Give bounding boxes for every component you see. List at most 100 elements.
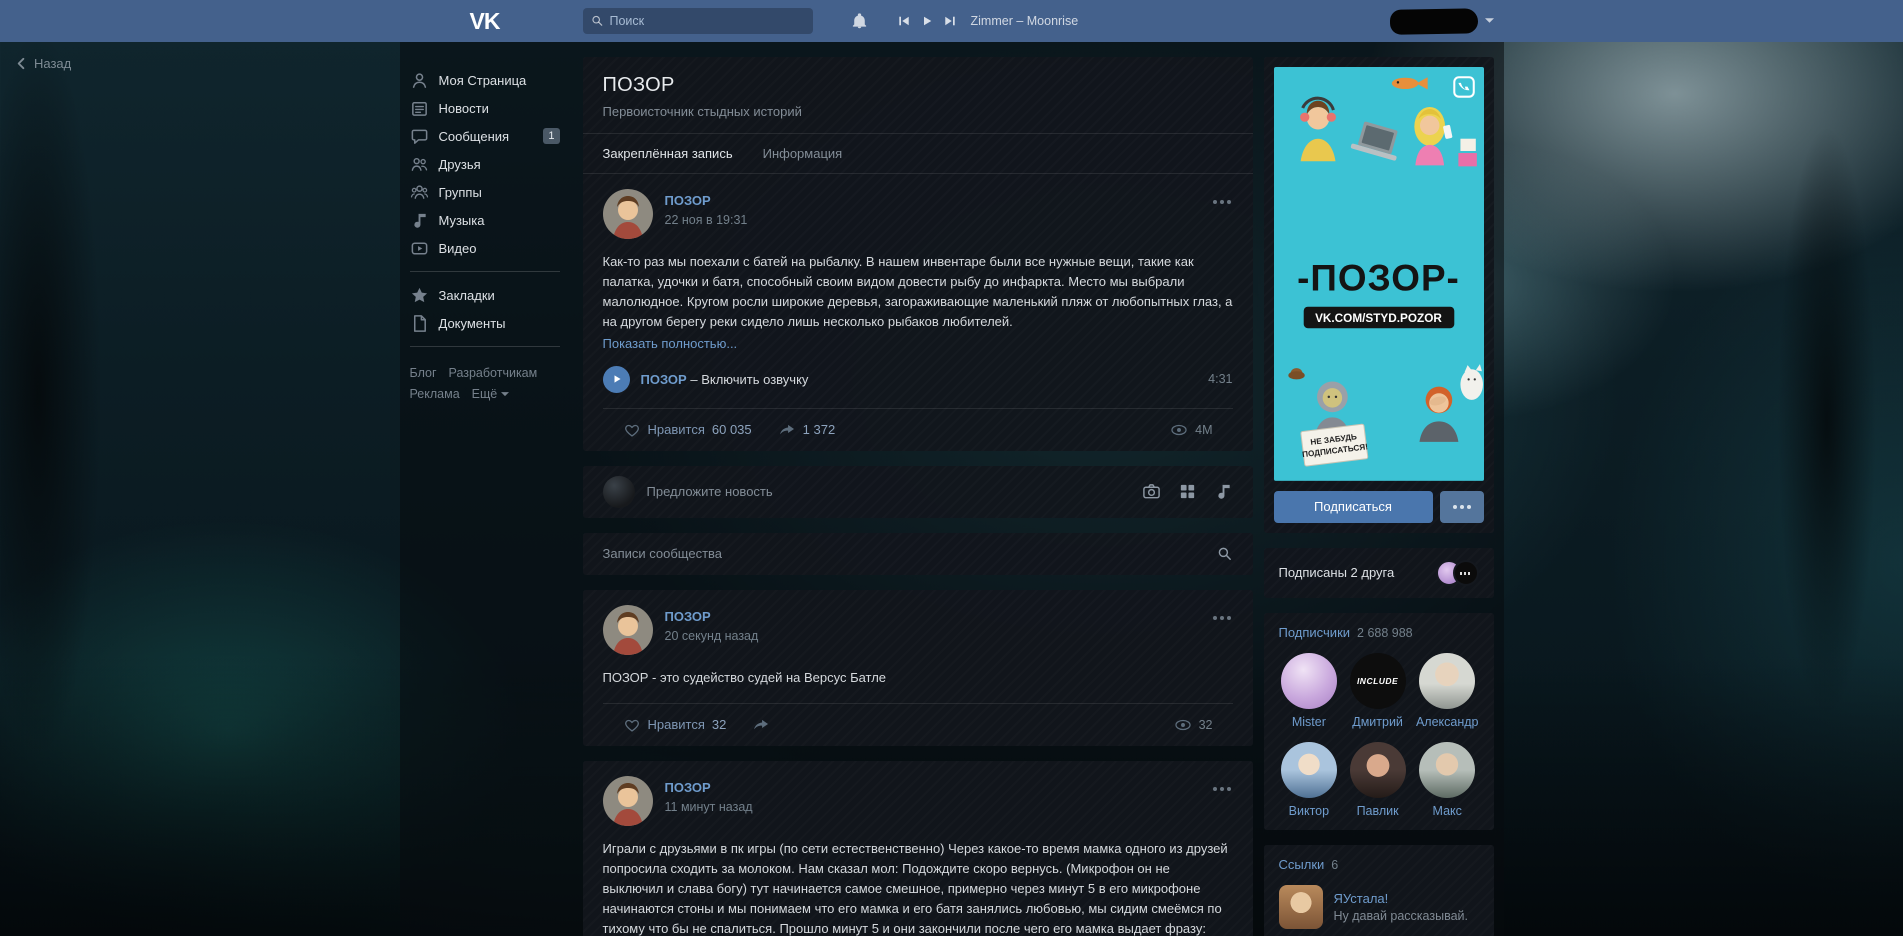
eye-icon	[1174, 716, 1192, 734]
sidebar-item-friends[interactable]: Друзья	[410, 150, 560, 178]
subscriber[interactable]: INCLUDE Дмитрий	[1347, 653, 1408, 729]
link-item[interactable]: ЯУстала! Ну давай рассказывай.	[1279, 885, 1479, 929]
community-avatar[interactable]	[603, 776, 653, 826]
audio-play-button[interactable]	[603, 366, 630, 393]
wall-post: ПОЗОР 11 минут назад Играли с друзьями в…	[583, 761, 1253, 936]
news-icon	[410, 99, 429, 118]
player-prev-button[interactable]	[898, 15, 910, 27]
vk-logo[interactable]: VK	[470, 8, 500, 35]
chevron-left-icon	[14, 56, 29, 71]
pinned-post: ПОЗОР 22 ноя в 19:31 Как-то раз мы поеха…	[583, 174, 1253, 451]
sidebar-item-video[interactable]: Видео	[410, 234, 560, 262]
post-menu-button[interactable]	[1209, 783, 1235, 795]
sidebar-item-label: Моя Страница	[439, 73, 527, 88]
friends-subscribed-label[interactable]: Подписаны 2 друга	[1279, 565, 1395, 580]
post-text: Как-то раз мы поехали с батей на рыбалку…	[603, 252, 1233, 333]
community-status: Первоисточник стыдных историй	[603, 104, 1233, 119]
community-avatar[interactable]	[603, 605, 653, 655]
link-subtitle: Ну давай рассказывай.	[1334, 909, 1469, 923]
sidebar-item-news[interactable]: Новости	[410, 94, 560, 122]
sidebar-item-my-page[interactable]: Моя Страница	[410, 66, 560, 94]
post-author-link[interactable]: ПОЗОР	[665, 780, 711, 795]
subscriber-name: Павлик	[1357, 804, 1399, 818]
post-author-link[interactable]: ПОЗОР	[665, 193, 711, 208]
subscriber[interactable]: Виктор	[1279, 742, 1340, 818]
sidebar-item-messages[interactable]: Сообщения 1	[410, 122, 560, 150]
subscriber[interactable]: Павлик	[1347, 742, 1408, 818]
community-header-panel: ПОЗОР Первоисточник стыдных историй Закр…	[583, 57, 1253, 451]
heart-icon	[623, 716, 641, 734]
music-note-icon[interactable]	[1214, 482, 1233, 501]
divider	[410, 346, 560, 347]
messages-icon	[410, 127, 429, 146]
play-icon	[612, 374, 622, 384]
subscriber-avatar: INCLUDE	[1350, 653, 1406, 709]
post-date[interactable]: 20 секунд назад	[665, 629, 759, 643]
sidebar-item-label: Видео	[439, 241, 477, 256]
community-cover-image[interactable]: -ПОЗОР- VK.COM/STYD.POZOR НЕ ЗАБУДЬ ПОДП…	[1274, 67, 1484, 481]
wall-search-field[interactable]: Записи сообщества	[603, 546, 1217, 561]
subscriber[interactable]: Александр	[1416, 653, 1479, 729]
like-label: Нравится	[648, 717, 705, 732]
post-text: ПОЗОР - это судейство судей на Версус Ба…	[603, 668, 1233, 688]
share-icon	[752, 716, 770, 734]
footer-link-more[interactable]: Ещё	[472, 384, 510, 405]
profile-icon	[410, 71, 429, 90]
user-menu[interactable]	[1390, 9, 1494, 34]
sidebar-item-documents[interactable]: Документы	[410, 309, 560, 337]
footer-link-blog[interactable]: Блог	[410, 363, 437, 384]
community-avatar[interactable]	[603, 189, 653, 239]
tab-information[interactable]: Информация	[763, 146, 843, 161]
like-button[interactable]: Нравится 32	[623, 716, 727, 734]
footer-link-ads[interactable]: Реклама	[410, 384, 460, 405]
sidebar-item-bookmarks[interactable]: Закладки	[410, 281, 560, 309]
community-more-button[interactable]	[1440, 491, 1484, 523]
wall-search-panel: Записи сообщества	[583, 533, 1253, 575]
post-text: Играли с друзьями в пк игры (по сети ест…	[603, 839, 1233, 936]
search-icon[interactable]	[1217, 546, 1233, 562]
audio-artist-link[interactable]: ПОЗОР	[641, 372, 687, 387]
attachments-grid-icon[interactable]	[1178, 482, 1197, 501]
notifications-button[interactable]	[851, 13, 868, 30]
friends-subscribed-panel: Подписаны 2 друга	[1264, 548, 1494, 598]
friend-avatar[interactable]	[1453, 560, 1479, 586]
post-author-link[interactable]: ПОЗОР	[665, 609, 711, 624]
show-more-link[interactable]: Показать полностью...	[603, 336, 738, 351]
subscriber[interactable]: Mister	[1279, 653, 1340, 729]
share-button[interactable]	[752, 716, 770, 734]
audio-attachment[interactable]: ПОЗОР – Включить озвучку 4:31	[603, 366, 1233, 393]
subscriber[interactable]: Макс	[1416, 742, 1479, 818]
tab-pinned-post[interactable]: Закреплённая запись	[603, 146, 733, 161]
subscribers-title-link[interactable]: Подписчики	[1279, 625, 1351, 640]
search-input[interactable]	[583, 8, 813, 34]
post-panel: ПОЗОР 11 минут назад Играли с друзьями в…	[583, 761, 1253, 936]
sidebar-item-label: Музыка	[439, 213, 485, 228]
chevron-down-icon	[501, 392, 509, 397]
subscribe-button[interactable]: Подписаться	[1274, 491, 1433, 523]
post-menu-button[interactable]	[1209, 196, 1235, 208]
like-button[interactable]: Нравится 60 035	[623, 421, 752, 439]
bookmarks-icon	[410, 286, 429, 305]
sidebar-item-groups[interactable]: Группы	[410, 178, 560, 206]
post-menu-button[interactable]	[1209, 612, 1235, 624]
feed-column: ПОЗОР Первоисточник стыдных историй Закр…	[583, 57, 1253, 936]
links-title-link[interactable]: Ссылки	[1279, 857, 1325, 872]
right-column: -ПОЗОР- VK.COM/STYD.POZOR НЕ ЗАБУДЬ ПОДП…	[1264, 57, 1494, 936]
camera-icon[interactable]	[1142, 482, 1161, 501]
wall-post: ПОЗОР 20 секунд назад ПОЗОР - это судейс…	[583, 590, 1253, 746]
post-date[interactable]: 22 ноя в 19:31	[665, 213, 748, 227]
footer-link-developers[interactable]: Разработчикам	[449, 363, 538, 384]
player-next-button[interactable]	[944, 15, 956, 27]
suggest-post-field[interactable]: Предложите новость	[647, 484, 1142, 499]
sidebar-item-music[interactable]: Музыка	[410, 206, 560, 234]
share-button[interactable]: 1 372	[778, 421, 836, 439]
now-playing-track[interactable]: Zimmer – Moonrise	[971, 14, 1079, 28]
mini-player: Zimmer – Moonrise	[898, 14, 1079, 28]
post-date[interactable]: 11 минут назад	[665, 800, 753, 814]
back-button[interactable]: Назад	[14, 56, 71, 71]
subscriber-avatar	[1281, 742, 1337, 798]
like-count: 32	[712, 717, 726, 732]
share-icon	[778, 421, 796, 439]
player-play-button[interactable]	[921, 15, 933, 27]
post-action-bar: Нравится 32 32	[603, 703, 1233, 746]
